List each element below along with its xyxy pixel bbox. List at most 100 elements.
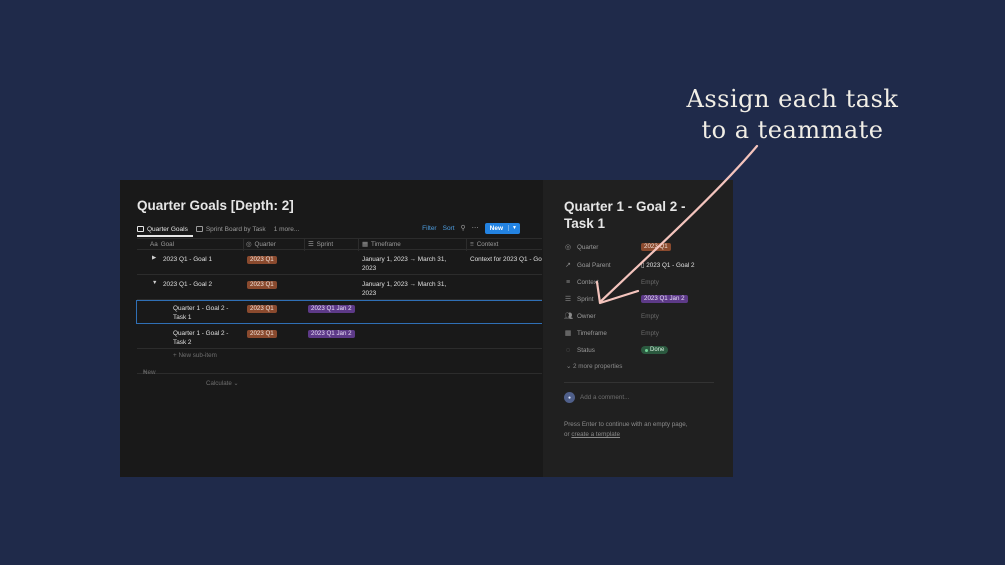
tab-sprint-board[interactable]: Sprint Board by Task [195, 225, 266, 233]
column-header-goal[interactable]: Aa Goal [150, 241, 174, 248]
sort-button[interactable]: Sort [443, 225, 455, 232]
column-header-sprint[interactable]: ☰ Sprint [308, 241, 333, 248]
context-cell[interactable]: Context for 2023 Q1 - Goal 1 [470, 255, 542, 264]
property-context[interactable]: ≡ Context Empty [564, 276, 724, 288]
new-button[interactable]: New ▼ [484, 222, 520, 234]
timeframe-cell[interactable]: January 1, 2023 → March 31, 2023 [362, 255, 462, 273]
column-label: Goal [160, 241, 175, 248]
new-row-label: New [143, 369, 156, 376]
new-row-button[interactable]: + New [137, 361, 542, 376]
comment-box[interactable]: ● Add a comment... [564, 392, 629, 403]
goal-cell[interactable]: 2023 Q1 - Goal 2 [163, 280, 241, 289]
title-property-icon: Aa [150, 241, 158, 248]
more-properties-toggle[interactable]: ⌄ 2 more properties [566, 363, 622, 370]
app-window: Quarter Goals [Depth: 2] Quarter Goals S… [120, 180, 733, 477]
arrow-icon: ↗ [565, 262, 571, 269]
property-goal-parent[interactable]: ↗ Goal Parent ▯ 2023 Q1 - Goal 2 [564, 259, 724, 271]
property-status[interactable]: ◌ Status Done [564, 344, 724, 356]
property-label: Timeframe [577, 329, 607, 337]
table-icon [137, 226, 144, 232]
column-divider [304, 239, 305, 251]
empty-value[interactable]: Empty [641, 330, 659, 337]
new-subitem-label: New sub-item [178, 352, 217, 359]
search-icon[interactable]: ⚲ [461, 224, 466, 232]
property-label: Status [577, 346, 595, 354]
column-label: Context [476, 241, 499, 248]
status-badge[interactable]: Done [641, 346, 669, 354]
more-options-icon[interactable]: ⋯ [472, 224, 479, 232]
page-peek-panel: Quarter 1 - Goal 2 - Task 1 ◎ Quarter 202… [543, 180, 733, 477]
table-row[interactable]: ▼ 2023 Q1 - Goal 2 2023 Q1 January 1, 20… [137, 276, 542, 300]
status-dot [645, 348, 648, 352]
relation-value[interactable]: ▯ 2023 Q1 - Goal 2 [641, 262, 695, 269]
table-row[interactable]: ▶ 2023 Q1 - Goal 1 2023 Q1 January 1, 20… [137, 251, 542, 275]
property-owner[interactable]: 👥︎ Owner Empty [564, 310, 724, 322]
quarter-tag: 2023 Q1 [247, 330, 277, 338]
hint-or: or [564, 431, 570, 438]
comment-input[interactable]: Add a comment... [580, 394, 629, 401]
property-timeframe[interactable]: ▦ Timeframe Empty [564, 327, 724, 339]
column-header-quarter[interactable]: ◎ Quarter [246, 241, 276, 248]
list-icon: ☰ [308, 241, 314, 248]
quarter-tag: 2023 Q1 [247, 305, 277, 313]
create-template-link[interactable]: create a template [571, 431, 620, 438]
divider [564, 382, 714, 383]
tab-label: Sprint Board by Task [205, 225, 266, 233]
relation-label: 2023 Q1 - Goal 2 [646, 261, 695, 269]
new-subitem-button[interactable]: + New sub-item [173, 352, 217, 359]
calendar-icon: ▦ [564, 330, 572, 337]
empty-value[interactable]: Empty [641, 313, 659, 320]
annotation-line-1: Assign each task [686, 85, 899, 113]
timeframe-cell[interactable]: January 1, 2023 → March 31, 2023 [362, 280, 462, 298]
database-title: Quarter Goals [Depth: 2] [137, 198, 294, 213]
annotation-text: Assign each task to a teammate [680, 84, 905, 146]
column-label: Timeframe [370, 241, 401, 248]
column-header-context[interactable]: ≡ Context [470, 241, 498, 248]
goal-cell[interactable]: 2023 Q1 - Goal 1 [163, 255, 241, 264]
more-properties-label: 2 more properties [573, 363, 623, 370]
goal-cell[interactable]: Quarter 1 - Goal 2 - Task 1 [173, 304, 239, 322]
property-sprint[interactable]: ☰ Sprint 2023 Q1 Jan 2 [564, 293, 724, 305]
sprint-cell[interactable]: 2023 Q1 Jan 2 [308, 304, 355, 313]
property-label: Context [577, 278, 599, 286]
goal-cell[interactable]: Quarter 1 - Goal 2 - Task 2 [173, 329, 239, 347]
table-header: Aa Goal ◎ Quarter ☰ Sprint ▦ Timeframe ≡ Cont… [137, 238, 542, 251]
tab-label: 1 more... [273, 225, 300, 233]
quarter-cell[interactable]: 2023 Q1 [247, 280, 277, 289]
property-label: Goal Parent [577, 261, 611, 269]
column-header-timeframe[interactable]: ▦ Timeframe [362, 241, 401, 248]
toggle-collapsed-icon[interactable]: ▶ [152, 255, 156, 261]
quarter-cell[interactable]: 2023 Q1 [247, 304, 277, 313]
new-button-label: New [489, 224, 504, 232]
quarter-cell[interactable]: 2023 Q1 [247, 329, 277, 338]
table-row-selected[interactable]: Quarter 1 - Goal 2 - Task 1 2023 Q1 2023… [136, 300, 542, 324]
column-label: Sprint [316, 241, 334, 248]
empty-value[interactable]: Empty [641, 279, 659, 286]
toggle-expanded-icon[interactable]: ▼ [152, 280, 157, 286]
tab-quarter-goals[interactable]: Quarter Goals [137, 226, 188, 233]
database-panel: Quarter Goals [Depth: 2] Quarter Goals S… [120, 180, 542, 477]
database-toolbar: Filter Sort ⚲ ⋯ New ▼ [416, 222, 520, 234]
calculate-label: Calculate [206, 380, 232, 387]
tab-more-views[interactable]: 1 more... [274, 226, 300, 233]
quarter-cell[interactable]: 2023 Q1 [247, 255, 277, 264]
property-label: Owner [577, 312, 596, 320]
quarter-tag: 2023 Q1 [247, 256, 277, 264]
column-divider [243, 239, 244, 251]
annotation-line-2: to a teammate [701, 116, 884, 144]
page-title[interactable]: Quarter 1 - Goal 2 - Task 1 [564, 198, 714, 232]
chevron-down-icon[interactable]: ▼ [508, 225, 520, 231]
filter-button[interactable]: Filter [422, 225, 436, 232]
sprint-tag[interactable]: 2023 Q1 Jan 2 [641, 295, 688, 303]
hint-text: Press Enter to continue with an empty pa… [564, 421, 688, 428]
calculate-button[interactable]: Calculate ⌄ [206, 380, 239, 387]
quarter-icon: ◎ [564, 244, 572, 251]
table-row[interactable]: Quarter 1 - Goal 2 - Task 2 2023 Q1 2023… [137, 325, 542, 349]
text-icon: ≡ [565, 278, 571, 286]
quarter-tag[interactable]: 2023 Q1 [641, 243, 671, 251]
sprint-cell[interactable]: 2023 Q1 Jan 2 [308, 329, 355, 338]
active-tab-indicator [137, 235, 193, 237]
property-quarter[interactable]: ◎ Quarter 2023 Q1 [564, 241, 724, 253]
empty-page-hint: Press Enter to continue with an empty pa… [564, 420, 724, 440]
list-icon: ☰ [564, 296, 572, 303]
